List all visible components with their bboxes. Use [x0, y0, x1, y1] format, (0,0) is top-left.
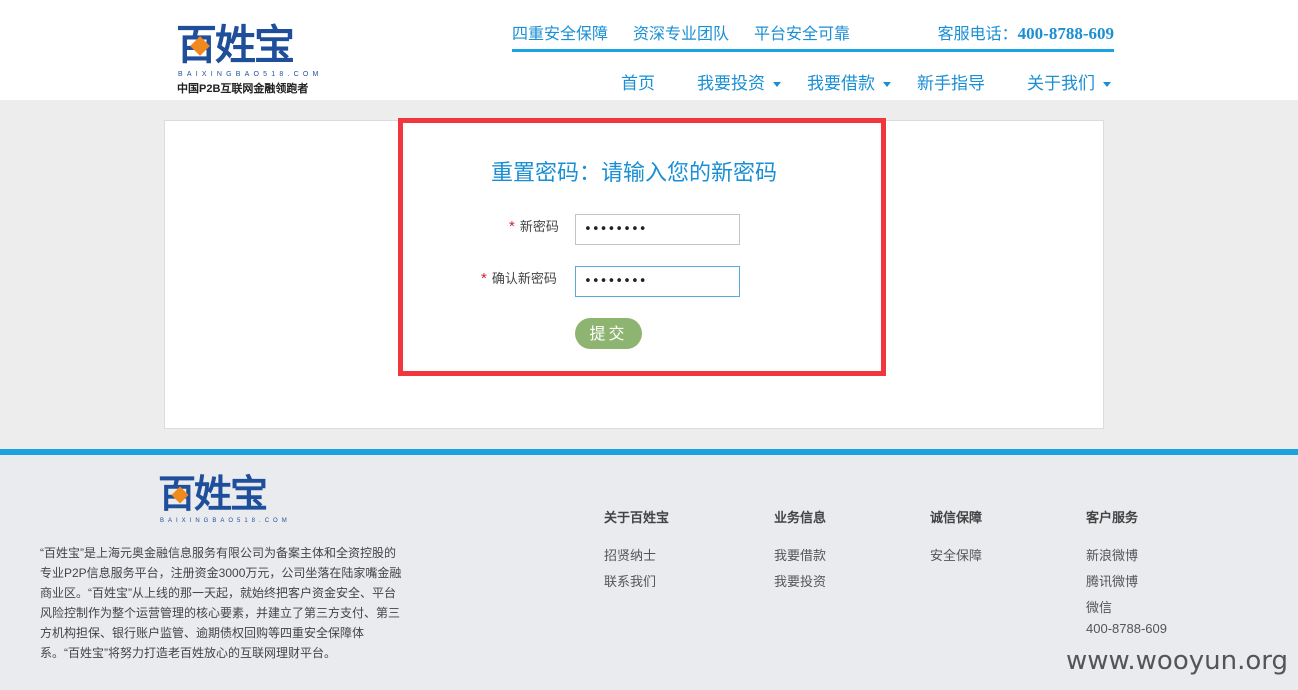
- confirm-password-label: * 确认新密码: [481, 268, 557, 287]
- footer-col-business-title: 业务信息: [774, 510, 827, 525]
- footer-col-about-title: 关于百姓宝: [604, 510, 670, 525]
- footer-link-contact[interactable]: 联系我们: [604, 571, 656, 590]
- chevron-down-icon: [883, 82, 891, 88]
- site-logo[interactable]: 百姓宝 BAIXINGBAO518.COM 中国P2B互联网金融领跑者: [176, 22, 318, 96]
- new-password-label-text: 新密码: [519, 219, 559, 234]
- top-link-team[interactable]: 资深专业团队: [633, 20, 729, 44]
- new-password-label: * 新密码: [509, 216, 559, 235]
- logo-slogan: 中国P2B互联网金融领跑者: [177, 83, 309, 95]
- submit-button[interactable]: 提交: [575, 318, 642, 349]
- footer-col-service-title: 客户服务: [1086, 510, 1139, 525]
- nav-borrow[interactable]: 我要借款: [807, 69, 891, 94]
- nav-home[interactable]: 首页: [621, 69, 655, 94]
- chevron-down-icon: [1103, 82, 1111, 88]
- nav-invest-label: 我要投资: [697, 74, 765, 93]
- footer-link-wechat[interactable]: 微信: [1086, 597, 1112, 616]
- logo-domain: BAIXINGBAO518.COM: [178, 71, 323, 78]
- top-info-bar: 四重安全保障 资深专业团队 平台安全可靠 客服电话：400-8788-609: [512, 18, 1114, 52]
- company-description: “百姓宝”是上海元奥金融信息服务有限公司为备案主体和全资控股的专业P2P信息服务…: [40, 546, 402, 660]
- hotline-number: 400-8788-609: [1017, 24, 1114, 43]
- footer-logo-domain: BAIXINGBAO518.COM: [160, 518, 291, 524]
- footer-link-tencent-weibo[interactable]: 腾讯微博: [1086, 571, 1138, 590]
- nav-invest[interactable]: 我要投资: [697, 69, 781, 94]
- footer-col-trust-title: 诚信保障: [930, 510, 983, 525]
- footer-link-weibo[interactable]: 新浪微博: [1086, 545, 1138, 564]
- hotline: 客服电话：400-8788-609: [938, 20, 1114, 44]
- required-mark: *: [481, 270, 487, 287]
- footer-link-careers[interactable]: 招贤纳士: [604, 545, 656, 564]
- confirm-password-label-text: 确认新密码: [491, 271, 557, 286]
- nav-about-label: 关于我们: [1027, 74, 1095, 93]
- top-link-security[interactable]: 四重安全保障: [512, 20, 608, 44]
- top-link-reliable[interactable]: 平台安全可靠: [754, 20, 850, 44]
- required-mark: *: [509, 218, 515, 235]
- footer-link-borrow[interactable]: 我要借款: [774, 545, 826, 564]
- chevron-down-icon: [773, 82, 781, 88]
- footer-link-safety[interactable]: 安全保障: [930, 545, 982, 564]
- nav-borrow-label: 我要借款: [807, 74, 875, 93]
- hotline-label: 客服电话：: [937, 26, 1018, 43]
- nav-guide[interactable]: 新手指导: [917, 69, 985, 94]
- confirm-password-field[interactable]: [575, 266, 740, 297]
- new-password-field[interactable]: [575, 214, 740, 245]
- footer-link-invest[interactable]: 我要投资: [774, 571, 826, 590]
- watermark: www.wooyun.org: [1065, 646, 1288, 676]
- footer-phone: 400-8788-609: [1086, 621, 1167, 636]
- nav-about[interactable]: 关于我们: [1027, 69, 1111, 94]
- form-title: 重置密码：请输入您的新密码: [491, 160, 778, 185]
